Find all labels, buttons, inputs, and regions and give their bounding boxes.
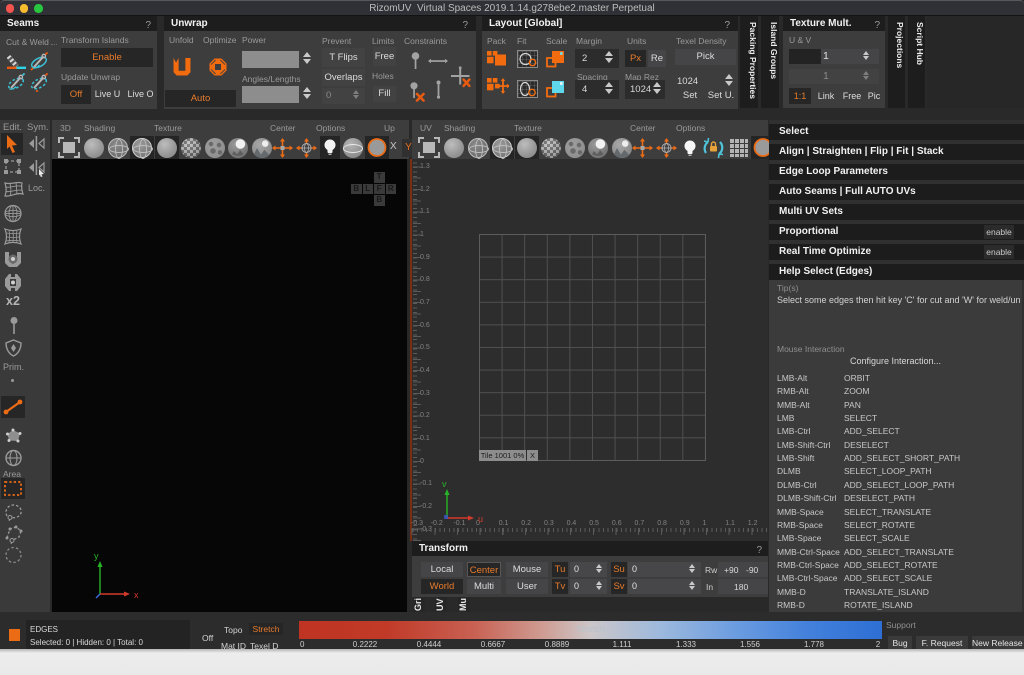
svg-text:v: v	[442, 479, 447, 489]
svg-text:x: x	[134, 590, 139, 600]
svg-text:y: y	[94, 551, 99, 561]
svg-text:u: u	[478, 514, 483, 524]
